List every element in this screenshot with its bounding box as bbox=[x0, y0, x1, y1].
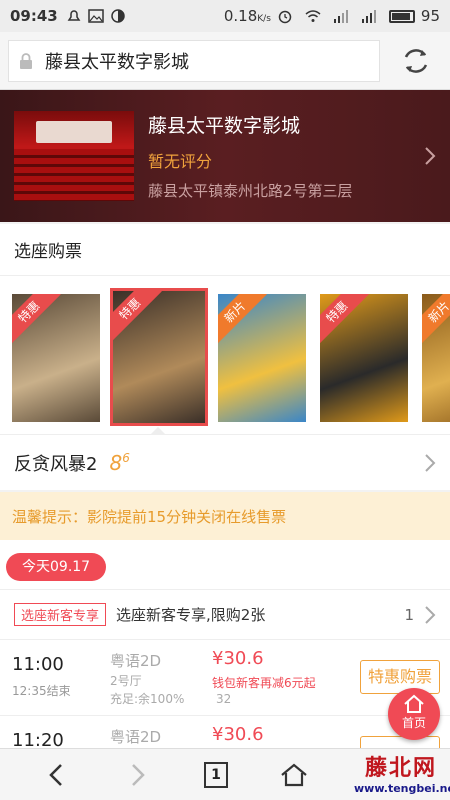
home-button[interactable]: 首页 bbox=[388, 688, 440, 740]
watermark-name: 藤北网 bbox=[364, 755, 437, 781]
image-icon bbox=[88, 9, 104, 23]
signal-icon bbox=[333, 10, 348, 23]
promo-row[interactable]: 选座新客专享 选座新客专享,限购2张 1 bbox=[0, 590, 450, 640]
cinema-photo bbox=[14, 111, 134, 201]
movie-poster[interactable]: 特惠 bbox=[12, 294, 100, 422]
back-button[interactable] bbox=[26, 749, 86, 800]
cinema-rating: 暂无评分 bbox=[148, 152, 213, 171]
poster-badge: 特惠 bbox=[12, 294, 61, 344]
battery-level: 95 bbox=[420, 7, 440, 25]
chevron-left-icon bbox=[49, 763, 62, 786]
alarm-icon bbox=[278, 10, 292, 24]
movie-title: 反贪风暴2 bbox=[14, 453, 98, 475]
poster-badge: 特惠 bbox=[320, 294, 369, 344]
home-nav-button[interactable] bbox=[264, 749, 324, 800]
status-time: 09:43 bbox=[10, 7, 58, 25]
promo-text: 选座新客专享,限购2张 bbox=[116, 606, 266, 624]
showtime-start: 11:00 bbox=[12, 654, 64, 675]
chevron-right-icon bbox=[425, 605, 436, 624]
showtime-price: ¥30.6 bbox=[212, 648, 264, 669]
url-title: 藤县太平数字影城 bbox=[45, 51, 189, 73]
net-speed: 0.18K/s bbox=[223, 7, 271, 25]
promo-tag: 选座新客专享 bbox=[14, 603, 107, 626]
movie-poster[interactable]: 新片 bbox=[218, 294, 306, 422]
poster-badge: 新片 bbox=[218, 294, 267, 344]
home-icon bbox=[404, 694, 424, 713]
battery-icon bbox=[388, 9, 415, 23]
cinema-address: 藤县太平镇泰州北路2号第三层 bbox=[148, 182, 353, 200]
chevron-right-icon bbox=[425, 147, 436, 165]
tabs-button[interactable]: 1 bbox=[186, 749, 246, 800]
showtime-discount: 钱包新客再减6元起 bbox=[212, 676, 316, 690]
watermark-url: www.tengbei.net bbox=[354, 782, 450, 795]
movie-score: 86 bbox=[109, 450, 130, 475]
signal-icon-2 bbox=[361, 10, 376, 23]
home-icon bbox=[281, 763, 307, 786]
chevron-right-icon bbox=[132, 763, 145, 786]
chevron-right-icon bbox=[425, 453, 436, 472]
date-tab-today[interactable]: 今天09.17 bbox=[6, 553, 107, 581]
status-bar: 09:43 0.18K/s 95 bbox=[0, 0, 450, 32]
poster-carousel[interactable]: 特惠 特惠 新片 特惠 新片 bbox=[0, 276, 450, 434]
notification-icon bbox=[67, 10, 81, 21]
wifi-icon bbox=[305, 10, 321, 22]
cinema-header[interactable]: 藤县太平数字影城 暂无评分 藤县太平镇泰州北路2号第三层 bbox=[0, 90, 450, 222]
home-label: 首页 bbox=[401, 716, 426, 730]
showtime-seats: 充足:余100% bbox=[110, 692, 185, 706]
lock-icon bbox=[20, 52, 32, 69]
showtime-hall: 2号厅 bbox=[110, 674, 142, 688]
url-field[interactable]: 藤县太平数字影城 bbox=[8, 39, 380, 82]
showtime-language: 粤语2D bbox=[110, 652, 162, 670]
movie-info-row[interactable]: 反贪风暴2 86 bbox=[0, 434, 450, 490]
buy-ticket-button[interactable]: 特惠购票 bbox=[360, 660, 440, 694]
poster-badge: 特惠 bbox=[113, 291, 162, 341]
cinema-info: 藤县太平数字影城 暂无评分 藤县太平镇泰州北路2号第三层 bbox=[148, 111, 424, 201]
notice-banner: 温馨提示：影院提前15分钟关闭在线售票 bbox=[0, 492, 450, 540]
poster-badge: 新片 bbox=[422, 294, 450, 344]
site-watermark: 藤北网 www.tengbei.net bbox=[354, 750, 450, 798]
showtime-original-price: 32 bbox=[216, 692, 232, 706]
cinema-name: 藤县太平数字影城 bbox=[148, 115, 301, 137]
showtime-row[interactable]: 11:00 12:35结束 粤语2D 2号厅 充足:余100% ¥30.6 钱包… bbox=[0, 640, 450, 716]
forward-button[interactable] bbox=[108, 749, 168, 800]
selection-arrow bbox=[150, 427, 166, 434]
showtime-end: 12:35结束 bbox=[12, 684, 71, 698]
promo-count: 1 bbox=[404, 605, 414, 624]
showtime-language: 粤语2D bbox=[110, 728, 162, 746]
address-bar: 藤县太平数字影城 bbox=[0, 32, 450, 90]
showtime-price: ¥30.6 bbox=[212, 724, 264, 745]
movie-poster-selected[interactable]: 特惠 bbox=[110, 288, 208, 426]
movie-poster[interactable]: 特惠 bbox=[320, 294, 408, 422]
sync-icon bbox=[111, 9, 125, 23]
movie-poster[interactable]: 新片 bbox=[422, 294, 450, 422]
date-strip: 今天09.17 bbox=[0, 540, 450, 590]
refresh-icon[interactable] bbox=[398, 43, 434, 79]
tab-count: 1 bbox=[204, 761, 228, 788]
section-title: 选座购票 bbox=[0, 224, 450, 276]
